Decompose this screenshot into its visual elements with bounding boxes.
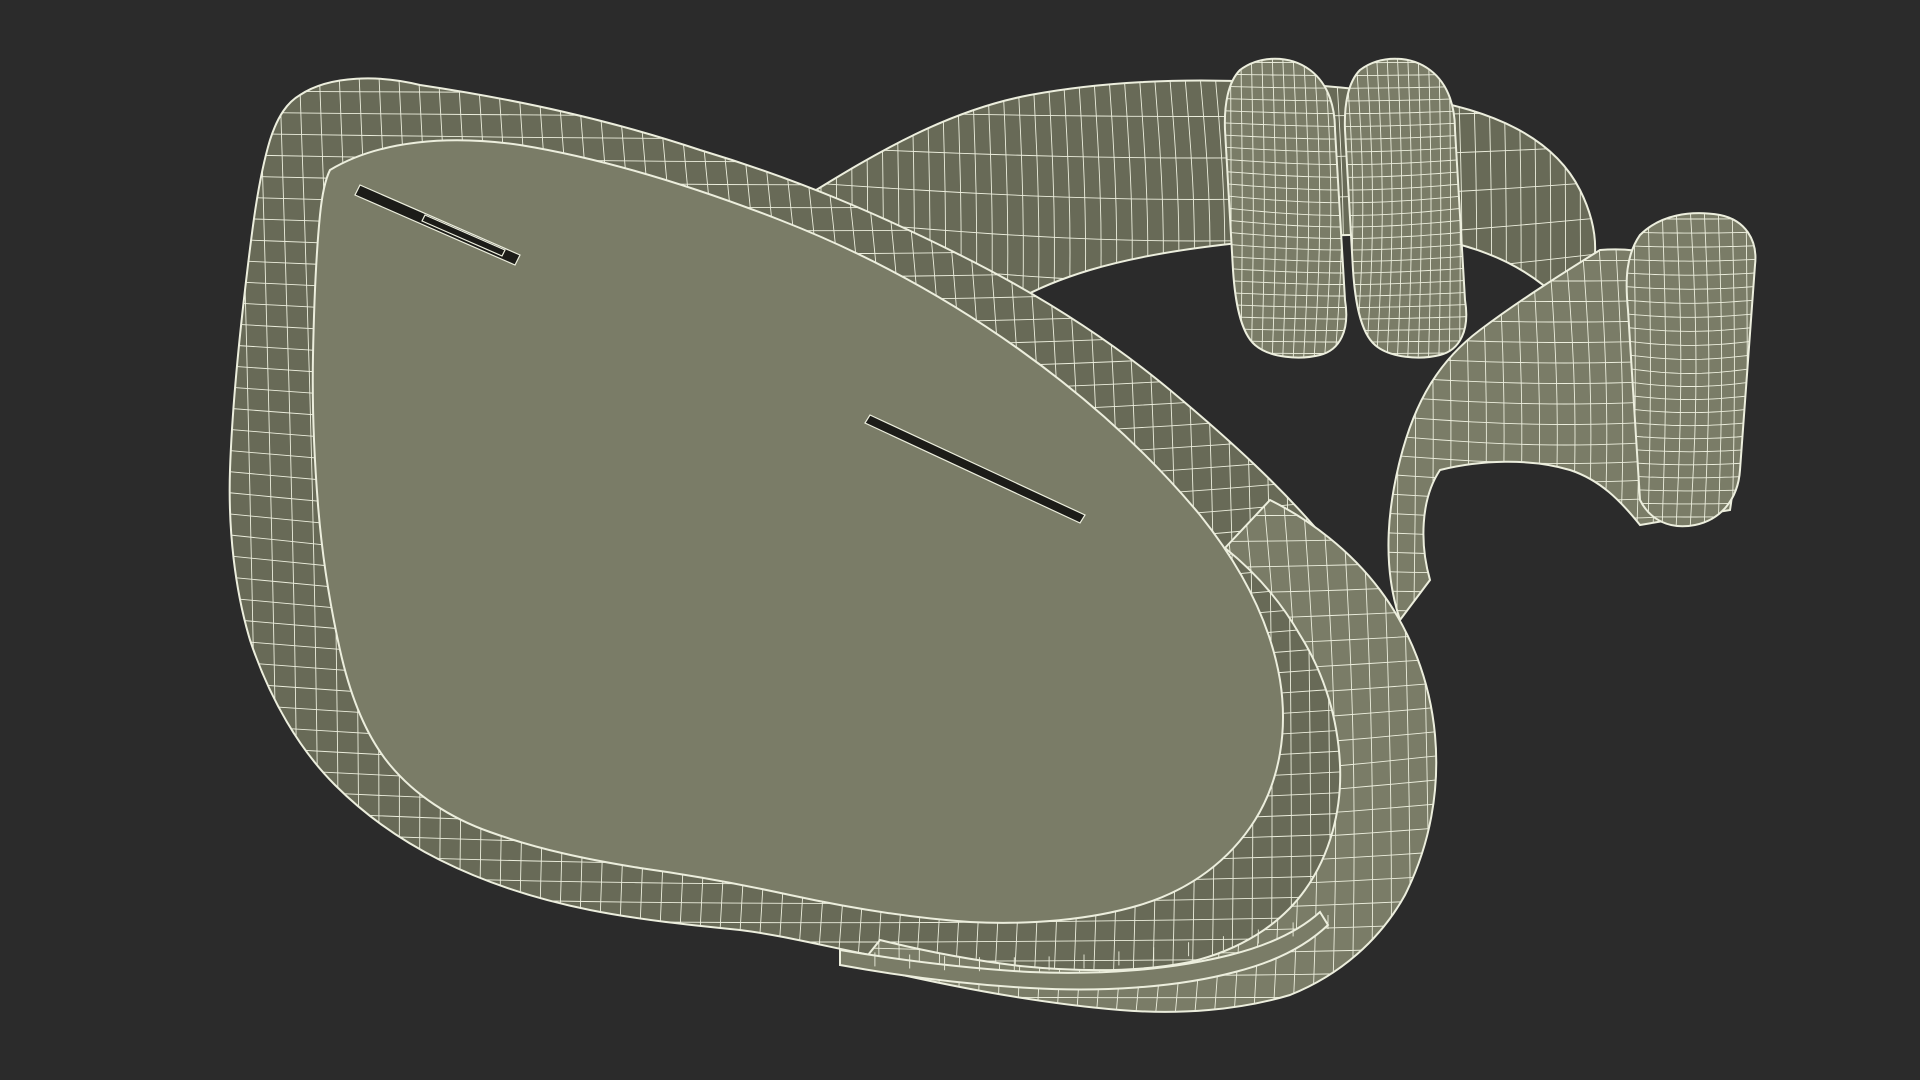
strap-buckle bbox=[1625, 212, 1757, 528]
wire-line bbox=[1388, 571, 1742, 575]
render-viewport bbox=[0, 0, 1920, 1080]
goggles-render bbox=[228, 57, 1757, 1020]
wire-line bbox=[1388, 551, 1742, 557]
wire-line bbox=[1224, 352, 1467, 354]
wire-line bbox=[1440, 490, 1450, 1020]
wire-line bbox=[1388, 610, 1742, 612]
wire-line bbox=[1626, 218, 1756, 220]
wire-line bbox=[1388, 532, 1742, 538]
wire-line bbox=[1388, 590, 1742, 594]
